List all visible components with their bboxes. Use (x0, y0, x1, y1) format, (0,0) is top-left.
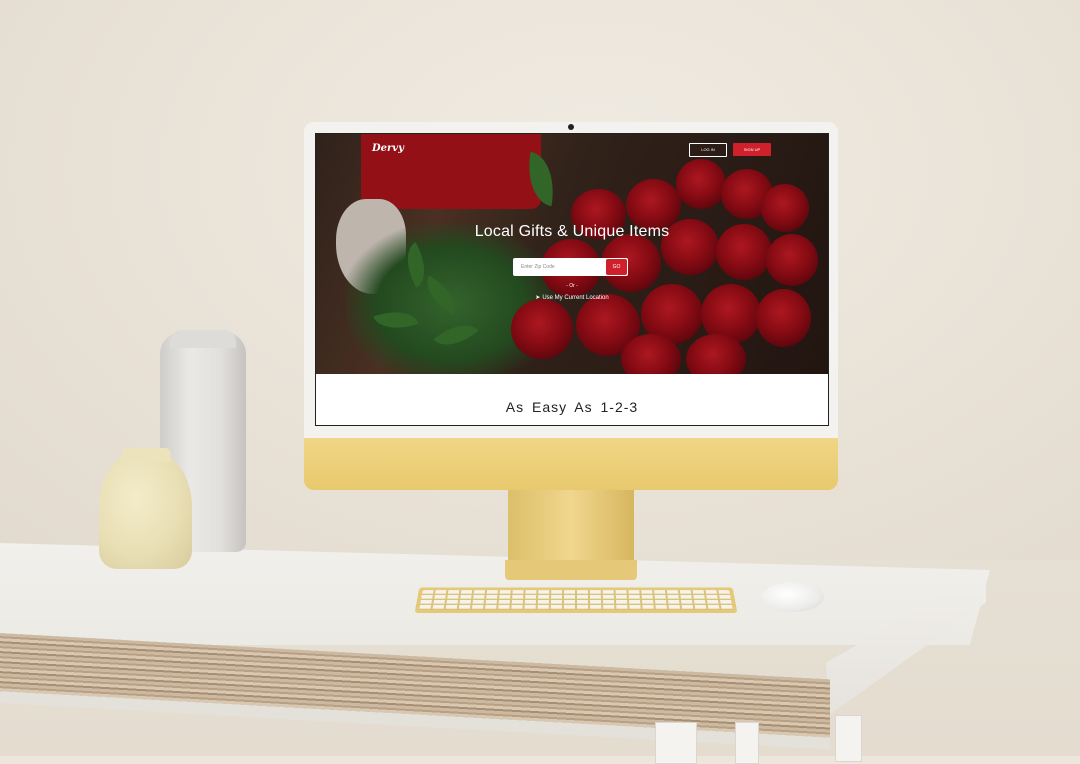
hero-overlay (316, 134, 828, 374)
small-vase (99, 450, 192, 569)
mouse (762, 582, 824, 612)
login-button[interactable]: LOG IN (689, 143, 727, 157)
zip-code-input[interactable]: Enter Zip Code (521, 258, 555, 276)
desk-leg (835, 715, 862, 762)
signup-button[interactable]: SIGN UP (733, 143, 771, 156)
go-button[interactable]: GO (606, 259, 627, 275)
zip-search-form: Enter Zip Code GO (513, 258, 628, 276)
hero-title: Local Gifts & Unique Items (474, 223, 670, 240)
tall-vase-neck (170, 330, 236, 348)
location-arrow-icon: ➤ (535, 295, 541, 301)
keyboard (414, 587, 738, 613)
section-title: As Easy As 1-2-3 (505, 399, 639, 415)
small-vase-neck (121, 448, 171, 462)
screen: Dervy LOG IN SIGN UP Local Gifts & Uniqu… (315, 133, 829, 426)
monitor: Dervy LOG IN SIGN UP Local Gifts & Uniqu… (304, 122, 838, 490)
or-divider: - Or - (566, 283, 578, 289)
desk-leg (735, 722, 759, 764)
use-location-label: Use My Current Location (542, 295, 609, 301)
site-logo[interactable]: Dervy (372, 143, 404, 154)
desk-leg (655, 722, 697, 764)
keyboard-rows (419, 590, 733, 611)
use-location-link[interactable]: ➤ Use My Current Location (316, 294, 828, 301)
hero-banner: Dervy LOG IN SIGN UP Local Gifts & Uniqu… (316, 134, 828, 374)
camera-icon (568, 124, 574, 130)
monitor-bezel: Dervy LOG IN SIGN UP Local Gifts & Uniqu… (304, 122, 838, 438)
monitor-chin (304, 438, 838, 490)
monitor-stand-base (505, 560, 637, 580)
